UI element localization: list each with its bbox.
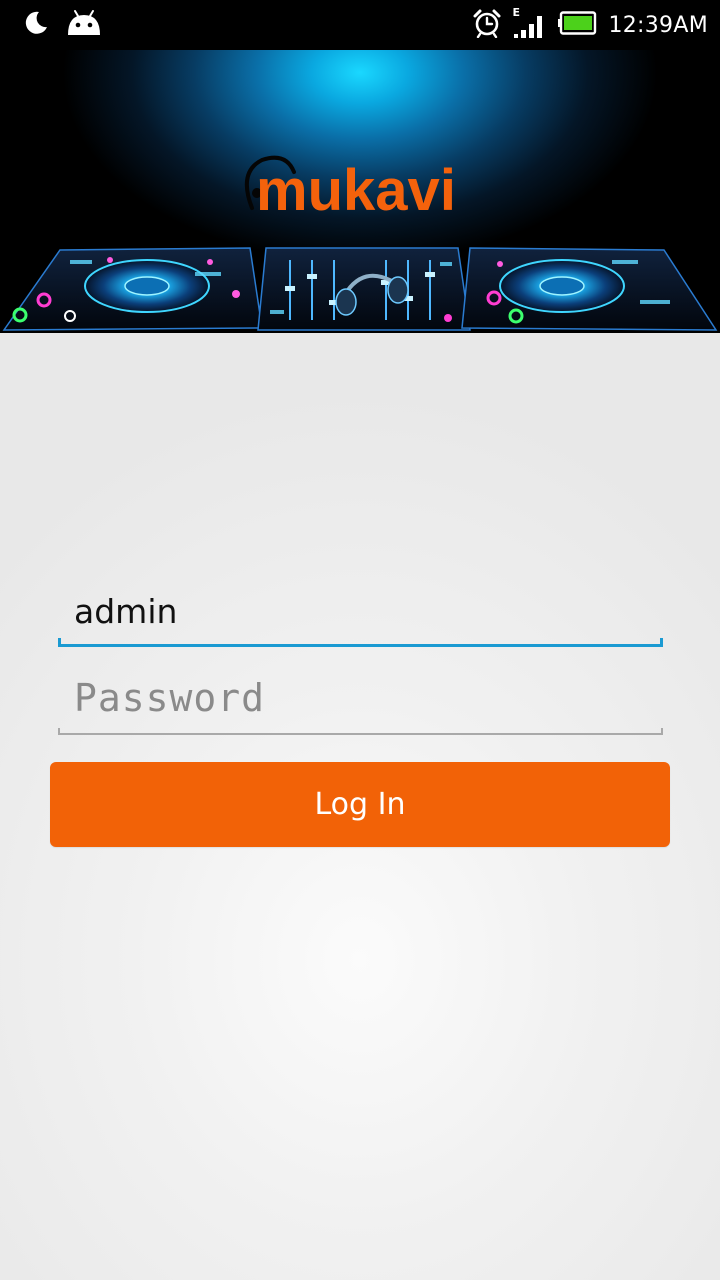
password-underline — [58, 725, 663, 735]
username-underline — [58, 637, 663, 647]
password-field[interactable] — [58, 665, 663, 735]
login-button[interactable]: Log In — [50, 762, 670, 847]
username-input[interactable] — [58, 580, 663, 642]
header-banner: mukavi — [0, 50, 720, 333]
username-field[interactable] — [58, 580, 663, 647]
battery-icon — [558, 11, 598, 39]
status-bar: E 12:39AM — [0, 0, 720, 50]
password-input[interactable] — [58, 665, 663, 731]
moon-icon — [22, 10, 48, 40]
mukavi-logo-text: mukavi — [256, 158, 456, 223]
mukavi-logo: mukavi — [244, 155, 456, 223]
dj-mixer-illustration: mukavi — [2, 155, 718, 331]
status-time: 12:39AM — [608, 12, 708, 38]
android-icon — [66, 9, 102, 41]
signal-icon: E — [512, 6, 548, 40]
status-bar-right: E 12:39AM — [472, 0, 708, 50]
status-bar-left — [22, 10, 102, 40]
alarm-icon — [472, 8, 502, 42]
